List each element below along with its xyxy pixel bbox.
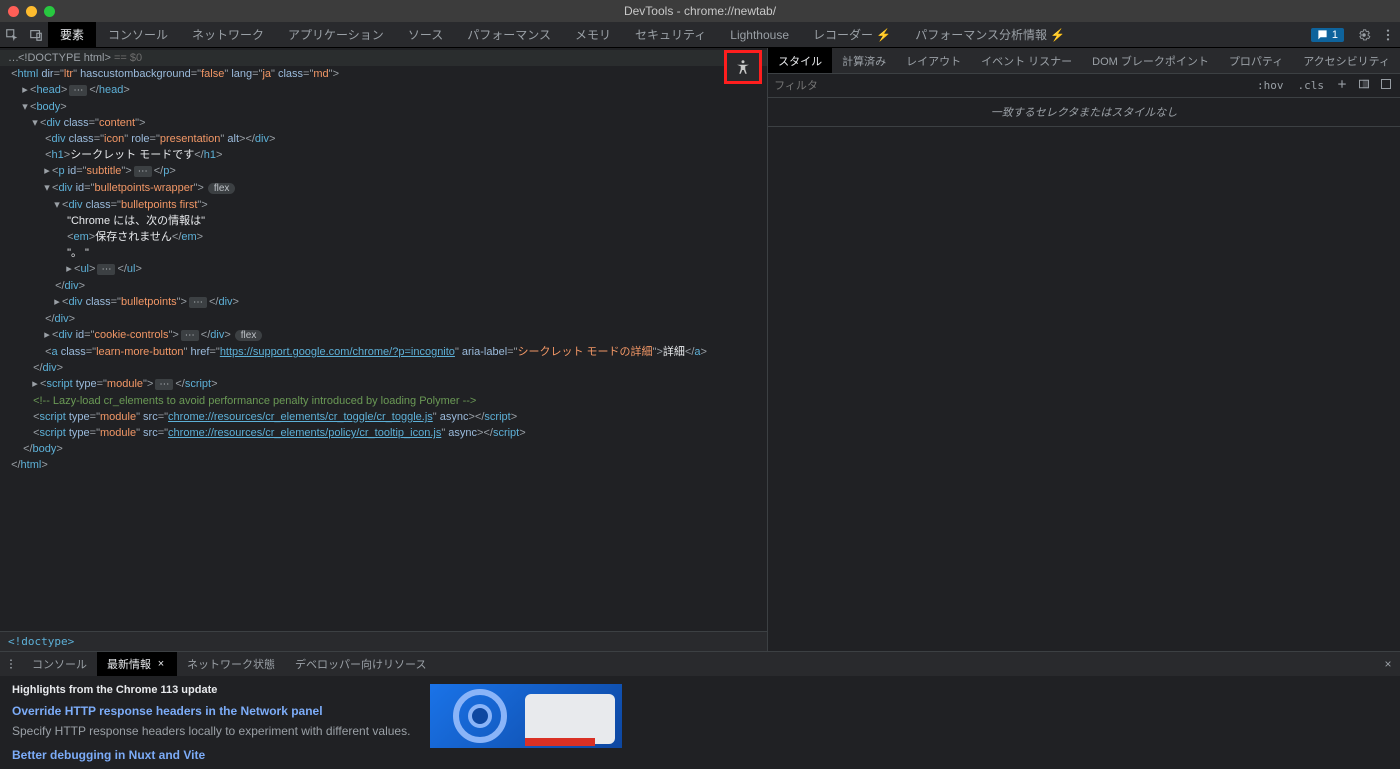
dom-line[interactable]: ▸<div id="cookie-controls">⋯</div>flex (0, 327, 767, 344)
breadcrumb[interactable]: <!doctype> (0, 631, 767, 651)
styles-tab-dom-breakpoints[interactable]: DOM ブレークポイント (1082, 48, 1219, 73)
tab-performance[interactable]: パフォーマンス (455, 22, 563, 47)
rendering-emulations-icon[interactable] (1378, 78, 1394, 93)
dom-line[interactable]: ▸<p id="subtitle">⋯</p> (0, 163, 767, 180)
window-minimize-button[interactable] (26, 6, 37, 17)
tab-memory[interactable]: メモリ (563, 22, 623, 47)
dom-tree[interactable]: …<!DOCTYPE html> == $0 <html dir="ltr" h… (0, 48, 767, 631)
tab-performance-insights[interactable]: パフォーマンス分析情報 ⚡ (903, 22, 1077, 47)
dom-line[interactable]: ▸<head>⋯</head> (0, 82, 767, 99)
dom-line[interactable]: <a class="learn-more-button" href="https… (0, 344, 767, 360)
issues-count: 1 (1332, 29, 1338, 41)
styles-tab-strip: スタイル 計算済み レイアウト イベント リスナー DOM ブレークポイント プ… (768, 48, 1400, 74)
dom-line[interactable]: "。 " (0, 245, 767, 261)
dom-line[interactable]: ▾<div class="content"> (0, 115, 767, 131)
dom-line[interactable]: <script type="module" src="chrome://reso… (0, 425, 767, 441)
whatsnew-item-link[interactable]: Better debugging in Nuxt and Vite (12, 748, 410, 762)
dom-line[interactable]: </div> (0, 311, 767, 327)
device-toolbar-icon[interactable] (24, 22, 48, 47)
tab-recorder[interactable]: レコーダー ⚡ (801, 22, 903, 47)
drawer-panel: コンソール 最新情報× ネットワーク状態 デベロッパー向けリソース × High… (0, 651, 1400, 769)
styles-tab-properties[interactable]: プロパティ (1219, 48, 1293, 73)
tab-application[interactable]: アプリケーション (276, 22, 396, 47)
no-matching-selector-text: 一致するセレクタまたはスタイルなし (768, 98, 1400, 127)
dom-line[interactable]: ▸<div class="bulletpoints">⋯</div> (0, 294, 767, 311)
dom-line[interactable]: ▾<div class="bulletpoints first"> (0, 197, 767, 213)
computed-toggle-icon[interactable] (1356, 78, 1372, 93)
whatsnew-item-desc: Specify HTTP response headers locally to… (12, 724, 410, 738)
hov-toggle[interactable]: :hov (1253, 79, 1288, 92)
drawer-body: Highlights from the Chrome 113 update Ov… (0, 676, 1400, 769)
issues-badge[interactable]: 1 (1311, 28, 1344, 42)
window-maximize-button[interactable] (44, 6, 55, 17)
styles-filter-input[interactable] (774, 80, 1247, 92)
drawer-tab-console[interactable]: コンソール (22, 652, 97, 676)
drawer-tab-developer-resources[interactable]: デベロッパー向けリソース (285, 652, 436, 676)
dom-line[interactable]: </body> (0, 441, 767, 457)
dom-line[interactable]: </div> (0, 360, 767, 376)
tab-console[interactable]: コンソール (96, 22, 180, 47)
dom-line[interactable]: <html dir="ltr" hascustombackground="fal… (0, 66, 767, 82)
dom-line[interactable]: ▸<script type="module">⋯</script> (0, 376, 767, 393)
dom-line[interactable]: "Chrome には、次の情報は" (0, 213, 767, 229)
dom-line[interactable]: <div class="icon" role="presentation" al… (0, 131, 767, 147)
dom-line[interactable]: </div> (0, 278, 767, 294)
whatsnew-thumbnail (430, 684, 622, 748)
drawer-more-icon[interactable] (0, 652, 22, 676)
dom-comment-line[interactable]: <!-- Lazy-load cr_elements to avoid perf… (0, 393, 767, 409)
whatsnew-heading: Highlights from the Chrome 113 update (12, 684, 410, 696)
dom-line[interactable]: <h1>シークレット モードです</h1> (0, 147, 767, 163)
tab-lighthouse[interactable]: Lighthouse (718, 22, 801, 47)
accessibility-tree-icon[interactable] (724, 50, 762, 84)
new-style-rule-icon[interactable] (1334, 78, 1350, 93)
cls-toggle[interactable]: .cls (1294, 79, 1329, 92)
main-tab-strip: 要素 コンソール ネットワーク アプリケーション ソース パフォーマンス メモリ… (0, 22, 1400, 48)
drawer-tab-strip: コンソール 最新情報× ネットワーク状態 デベロッパー向けリソース × (0, 652, 1400, 676)
styles-tab-computed[interactable]: 計算済み (832, 48, 896, 73)
styles-filter-bar: :hov .cls (768, 74, 1400, 98)
drawer-tab-whatsnew[interactable]: 最新情報× (97, 652, 177, 676)
tab-security[interactable]: セキュリティ (623, 22, 718, 47)
drawer-tab-network-conditions[interactable]: ネットワーク状態 (177, 652, 285, 676)
whatsnew-item-link[interactable]: Override HTTP response headers in the Ne… (12, 704, 410, 718)
styles-panel: スタイル 計算済み レイアウト イベント リスナー DOM ブレークポイント プ… (768, 48, 1400, 651)
window-close-button[interactable] (8, 6, 19, 17)
tab-network[interactable]: ネットワーク (180, 22, 276, 47)
styles-tab-event-listeners[interactable]: イベント リスナー (971, 48, 1082, 73)
dom-line[interactable]: ▾<body> (0, 99, 767, 115)
dom-line[interactable]: <em>保存されません</em> (0, 229, 767, 245)
dom-line[interactable]: ▾<div id="bulletpoints-wrapper">flex (0, 180, 767, 197)
dom-line[interactable]: ▸<ul>⋯</ul> (0, 261, 767, 278)
dom-doctype-line[interactable]: …<!DOCTYPE html> == $0 (0, 50, 767, 66)
inspect-element-icon[interactable] (0, 22, 24, 47)
tab-sources[interactable]: ソース (396, 22, 455, 47)
settings-icon[interactable] (1352, 28, 1376, 42)
elements-panel: …<!DOCTYPE html> == $0 <html dir="ltr" h… (0, 48, 768, 651)
window-titlebar: DevTools - chrome://newtab/ (0, 0, 1400, 22)
close-drawer-icon[interactable]: × (1376, 652, 1400, 676)
dom-line[interactable]: </html> (0, 457, 767, 473)
dom-line[interactable]: <script type="module" src="chrome://reso… (0, 409, 767, 425)
styles-tab-styles[interactable]: スタイル (768, 48, 832, 73)
close-icon[interactable]: × (155, 658, 167, 670)
more-options-icon[interactable] (1376, 28, 1400, 42)
styles-tab-layout[interactable]: レイアウト (896, 48, 971, 73)
window-title: DevTools - chrome://newtab/ (624, 4, 776, 18)
styles-tab-accessibility[interactable]: アクセシビリティ (1293, 48, 1400, 73)
tab-elements[interactable]: 要素 (48, 22, 96, 47)
traffic-lights (8, 6, 55, 17)
